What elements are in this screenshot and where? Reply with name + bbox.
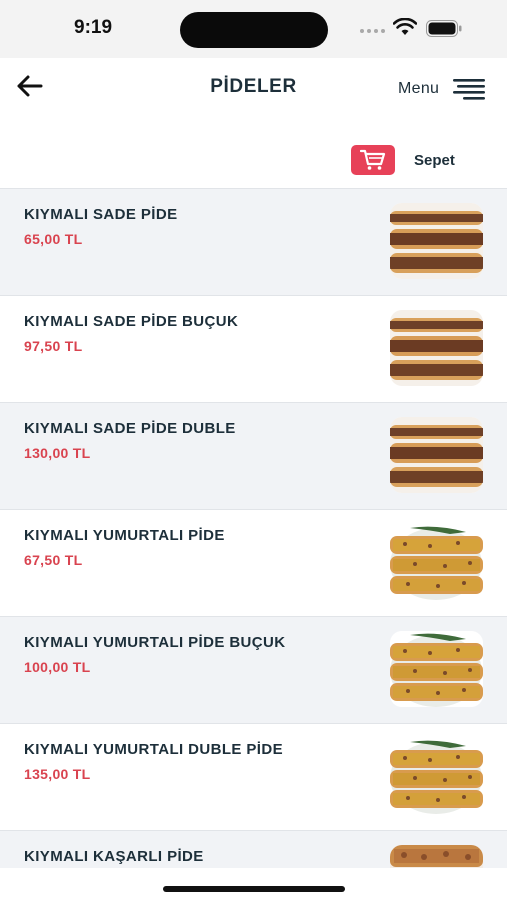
dynamic-island <box>180 12 328 48</box>
cart-button[interactable] <box>351 145 395 175</box>
status-bar: 9:19 <box>0 0 507 58</box>
hamburger-menu-icon <box>453 79 486 100</box>
product-price: 67,50 TL <box>24 552 83 568</box>
product-price: 97,50 TL <box>24 338 83 354</box>
product-image <box>390 631 483 707</box>
cart-label[interactable]: Sepet <box>414 152 455 169</box>
shopping-cart-icon <box>360 149 386 170</box>
product-name: KIYMALI YUMURTALI PİDE BUÇUK <box>24 634 286 651</box>
product-image <box>390 417 483 493</box>
product-image <box>390 203 483 279</box>
cellular-signal-icon <box>360 29 385 33</box>
product-name: KIYMALI YUMURTALI PİDE <box>24 527 225 544</box>
product-name: KIYMALI KAŞARLI PİDE <box>24 848 204 865</box>
product-item[interactable]: KIYMALI YUMURTALI DUBLE PİDE 135,00 TL <box>0 723 507 830</box>
product-price: 100,00 TL <box>24 659 91 675</box>
product-name: KIYMALI YUMURTALI DUBLE PİDE <box>24 741 283 758</box>
bottom-safe-area <box>0 868 507 900</box>
product-image <box>390 738 483 814</box>
home-indicator <box>163 886 345 892</box>
product-image <box>390 524 483 600</box>
product-item[interactable]: KIYMALI SADE PİDE DUBLE 130,00 TL <box>0 402 507 509</box>
menu-button[interactable]: Menu <box>398 78 486 100</box>
app-header: PİDELER Menu <box>0 58 507 128</box>
product-name: KIYMALI SADE PİDE BUÇUK <box>24 313 239 330</box>
battery-icon <box>426 20 462 37</box>
product-item[interactable]: KIYMALI YUMURTALI PİDE BUÇUK 100,00 TL <box>0 616 507 723</box>
product-list: KIYMALI SADE PİDE 65,00 TL KIYMALI SADE … <box>0 188 507 900</box>
product-item[interactable]: KIYMALI SADE PİDE BUÇUK 97,50 TL <box>0 295 507 402</box>
product-item[interactable]: KIYMALI SADE PİDE 65,00 TL <box>0 188 507 295</box>
menu-label: Menu <box>398 80 440 97</box>
product-price: 130,00 TL <box>24 445 91 461</box>
wifi-icon <box>393 18 417 35</box>
cart-row: Sepet <box>0 128 507 188</box>
product-name: KIYMALI SADE PİDE <box>24 206 178 223</box>
product-image <box>390 310 483 386</box>
status-time: 9:19 <box>74 17 113 38</box>
product-name: KIYMALI SADE PİDE DUBLE <box>24 420 236 437</box>
product-item[interactable]: KIYMALI YUMURTALI PİDE 67,50 TL <box>0 509 507 616</box>
product-price: 135,00 TL <box>24 766 91 782</box>
product-price: 65,00 TL <box>24 231 83 247</box>
